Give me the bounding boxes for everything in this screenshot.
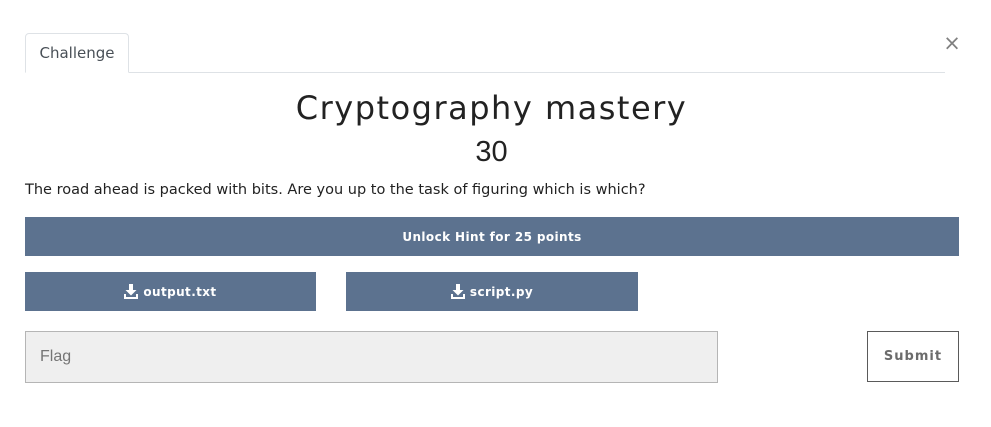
challenge-title: Cryptography mastery (295, 89, 688, 127)
file-name-label: script.py (469, 284, 534, 299)
submit-button[interactable]: Submit (867, 331, 959, 382)
tab-bar (25, 72, 945, 73)
challenge-modal: × Challenge Cryptography mastery 30 The … (0, 0, 991, 427)
unlock-hint-button[interactable]: Unlock Hint for 25 points (25, 217, 959, 256)
download-script-py-button[interactable]: script.py (346, 272, 638, 311)
tab-challenge[interactable]: Challenge (25, 33, 129, 73)
download-output-txt-button[interactable]: output.txt (25, 272, 316, 311)
download-icon (450, 284, 465, 299)
download-icon (124, 284, 139, 299)
file-name-label: output.txt (143, 284, 217, 299)
close-icon[interactable]: × (943, 31, 961, 55)
challenge-description: The road ahead is packed with bits. Are … (25, 182, 646, 198)
flag-input[interactable] (25, 331, 718, 383)
challenge-points: 30 (475, 136, 508, 168)
